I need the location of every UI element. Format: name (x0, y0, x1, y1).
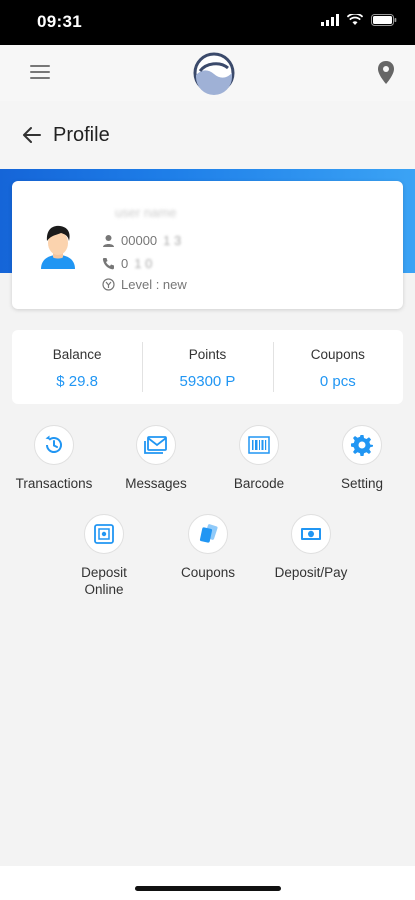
deposit-pay-button[interactable]: Deposit/Pay (259, 514, 363, 581)
history-icon (34, 425, 74, 465)
wave-logo-icon (193, 52, 235, 95)
stat-value: 59300 P (179, 373, 236, 390)
cellular-signal-icon (321, 14, 339, 26)
status-bar: 09:31 (0, 0, 415, 45)
mail-icon (136, 425, 176, 465)
phone-number: 0 (121, 256, 129, 271)
member-id: 00000 (121, 233, 158, 248)
home-indicator[interactable] (135, 886, 281, 891)
setting-button[interactable]: Setting (310, 425, 414, 492)
page-title: Profile (53, 124, 110, 146)
person-icon (103, 235, 114, 247)
battery-icon (371, 14, 397, 26)
member-level: Level : new (121, 277, 187, 292)
gear-icon (342, 425, 382, 465)
action-label: Coupons (180, 565, 236, 580)
avatar (41, 225, 75, 269)
phone-row: 0 1 0 (102, 256, 152, 271)
member-id-row: 00000 1 3 (102, 233, 181, 248)
balance-stat[interactable]: Balance $ 29.8 (12, 330, 142, 404)
phone-hidden: 1 0 (134, 256, 153, 271)
status-time: 09:31 (37, 12, 82, 31)
stat-label: Coupons (310, 347, 365, 362)
stats-card: Balance $ 29.8 Points 59300 P Coupons 0 … (12, 330, 403, 404)
action-label: Messages (125, 476, 187, 491)
member-id-hidden: 1 3 (163, 233, 182, 248)
location-pin-icon[interactable] (377, 61, 395, 85)
level-badge-icon (102, 278, 115, 291)
app-header (0, 45, 415, 101)
transactions-button[interactable]: Transactions (2, 425, 106, 492)
stat-label: Points (188, 347, 227, 362)
stat-value: 0 pcs (319, 373, 356, 390)
level-row: Level : new (102, 277, 187, 292)
stat-label: Balance (52, 347, 102, 362)
user-name: user name (115, 205, 177, 220)
action-label: Setting (340, 476, 384, 491)
profile-card[interactable]: user name 00000 1 3 0 1 0 Level : new (12, 181, 403, 309)
action-label: Deposit/Pay (274, 565, 348, 580)
action-label: Barcode (233, 476, 285, 491)
barcode-button[interactable]: Barcode (207, 425, 311, 492)
points-stat[interactable]: Points 59300 P (142, 330, 272, 404)
barcode-icon (239, 425, 279, 465)
back-arrow-icon[interactable] (22, 125, 42, 145)
coupons-stat[interactable]: Coupons 0 pcs (272, 330, 403, 404)
action-label: Transactions (15, 476, 93, 491)
safe-icon (84, 514, 124, 554)
coupon-icon (188, 514, 228, 554)
hamburger-menu-icon[interactable] (30, 65, 50, 81)
cash-icon (291, 514, 331, 554)
coupons-button[interactable]: Coupons (156, 514, 260, 581)
wifi-icon (347, 14, 363, 25)
bottom-bar (0, 866, 415, 900)
status-icons (321, 14, 397, 26)
deposit-online-button[interactable]: Deposit Online (52, 514, 156, 598)
messages-button[interactable]: Messages (104, 425, 208, 492)
stat-value: $ 29.8 (56, 373, 99, 390)
title-bar: Profile (0, 101, 415, 169)
phone-icon (102, 258, 114, 270)
action-label: Deposit Online (81, 565, 127, 597)
